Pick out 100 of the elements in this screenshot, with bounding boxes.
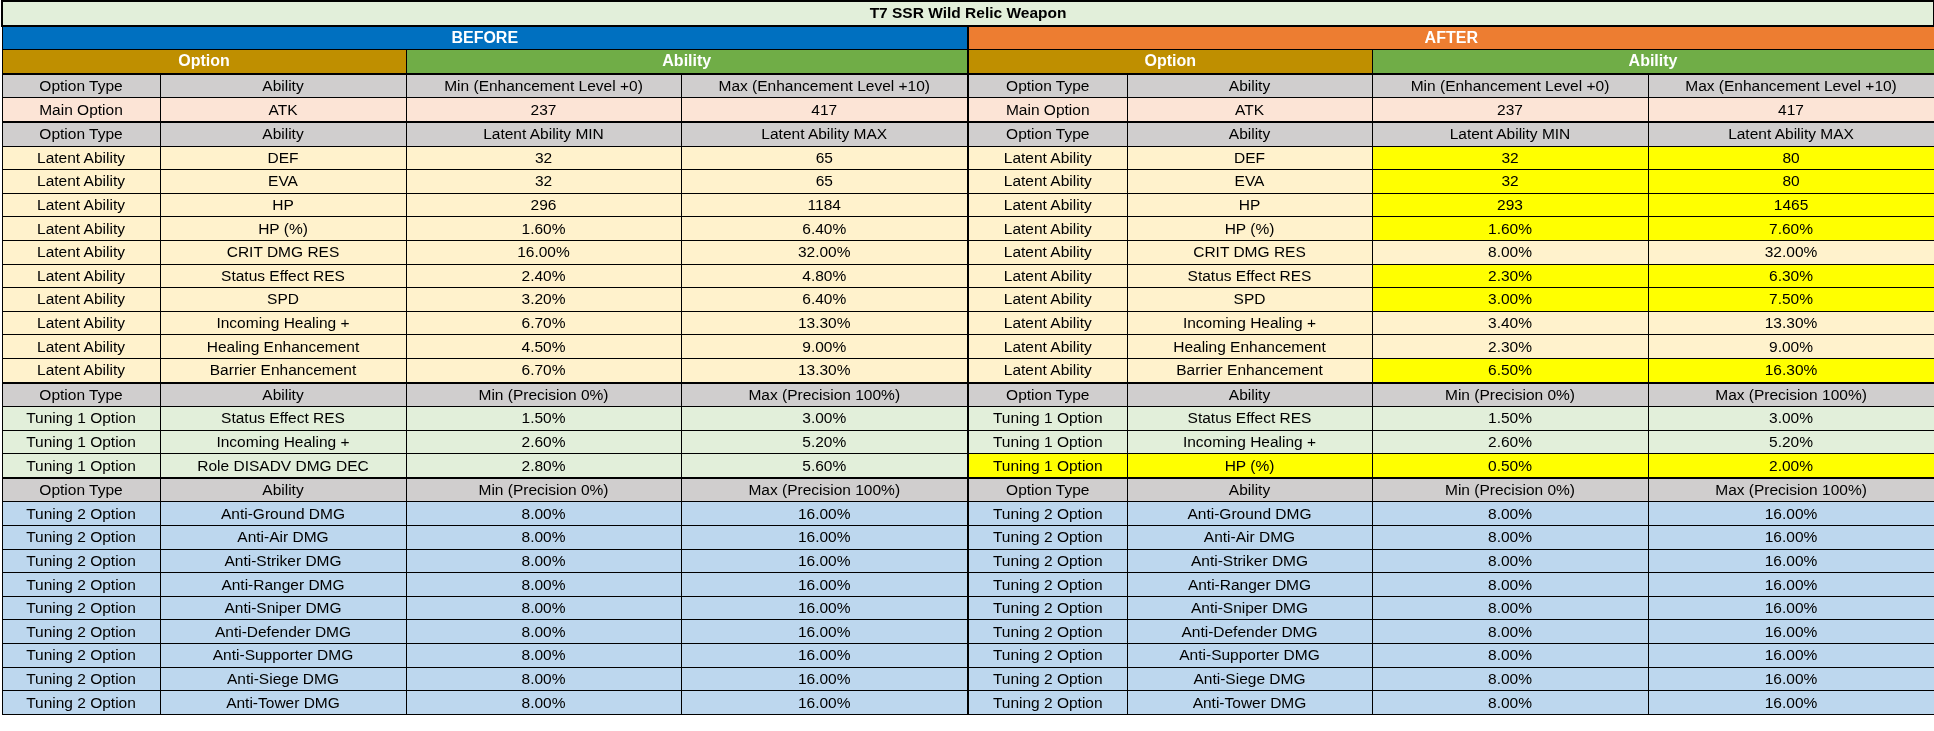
table-cell: Latent Ability	[2, 216, 160, 241]
table-cell: 8.00%	[406, 572, 681, 597]
table-cell: DEF	[160, 146, 406, 170]
table-cell: CRIT DMG RES	[160, 240, 406, 265]
table-cell: 16.00%	[681, 667, 968, 691]
table-cell: 8.00%	[406, 525, 681, 550]
table-cell: 1.60%	[1372, 216, 1648, 241]
table-cell: Latent Ability	[2, 146, 160, 170]
column-header: Max (Precision 100%)	[681, 382, 968, 407]
table-cell: 16.00%	[681, 596, 968, 620]
table-cell: Anti-Striker DMG	[1127, 549, 1372, 573]
table-cell: 237	[1372, 97, 1648, 122]
table-cell: 3.20%	[406, 287, 681, 312]
column-header: Option Type	[968, 121, 1127, 147]
table-cell: Tuning 1 Option	[968, 406, 1127, 431]
table-cell: Tuning 2 Option	[2, 549, 160, 573]
table-cell: Anti-Siege DMG	[160, 667, 406, 691]
table-cell: 65	[681, 146, 968, 170]
table-cell: Anti-Sniper DMG	[1127, 596, 1372, 620]
column-header: Min (Enhancement Level +0)	[406, 73, 681, 98]
table-cell: 16.00%	[681, 572, 968, 597]
table-cell: Anti-Ranger DMG	[160, 572, 406, 597]
column-header: Ability	[1127, 73, 1372, 98]
table-cell: Latent Ability	[2, 264, 160, 288]
table-cell: Latent Ability	[968, 358, 1127, 383]
table-cell: 1.50%	[406, 406, 681, 431]
table-cell: 16.00%	[681, 690, 968, 715]
table-cell: Tuning 2 Option	[968, 690, 1127, 715]
column-header: Ability	[160, 121, 406, 147]
table-cell: 8.00%	[406, 501, 681, 526]
table-cell: Anti-Sniper DMG	[160, 596, 406, 620]
column-header: Ability	[1127, 382, 1372, 407]
table-cell: Latent Ability	[968, 334, 1127, 359]
table-cell: Tuning 2 Option	[2, 643, 160, 668]
column-header: Ability	[1127, 477, 1372, 502]
table-cell: 2.00%	[1648, 453, 1934, 478]
table-cell: Tuning 2 Option	[2, 667, 160, 691]
column-header: Latent Ability MIN	[1372, 121, 1648, 147]
table-cell: CRIT DMG RES	[1127, 240, 1372, 265]
table-cell: Tuning 2 Option	[968, 525, 1127, 550]
table-cell: 237	[406, 97, 681, 122]
column-header: Ability	[160, 382, 406, 407]
table-cell: Tuning 2 Option	[2, 690, 160, 715]
table-cell: 65	[681, 169, 968, 194]
column-header: Option Type	[2, 73, 160, 98]
table-cell: Tuning 2 Option	[968, 572, 1127, 597]
table-cell: Tuning 2 Option	[968, 643, 1127, 668]
table-cell: 4.50%	[406, 334, 681, 359]
table-cell: 80	[1648, 146, 1934, 170]
column-header: Min (Enhancement Level +0)	[1372, 73, 1648, 98]
group-header: Option	[2, 49, 406, 74]
table-cell: SPD	[160, 287, 406, 312]
table-cell: 32.00%	[1648, 240, 1934, 265]
table-cell: Role DISADV DMG DEC	[160, 453, 406, 478]
table-cell: 8.00%	[1372, 240, 1648, 265]
table-cell: 1465	[1648, 193, 1934, 217]
column-header: Max (Enhancement Level +10)	[681, 73, 968, 98]
table-cell: Anti-Defender DMG	[1127, 619, 1372, 644]
table-cell: 8.00%	[406, 619, 681, 644]
table-cell: Latent Ability	[2, 287, 160, 312]
table-cell: Latent Ability	[968, 193, 1127, 217]
column-header: Option Type	[968, 477, 1127, 502]
table-cell: 2.60%	[406, 430, 681, 454]
table-cell: 9.00%	[681, 334, 968, 359]
table-cell: 16.00%	[1648, 572, 1934, 597]
table-cell: 3.00%	[681, 406, 968, 431]
column-header: Min (Precision 0%)	[406, 382, 681, 407]
table-title: T7 SSR Wild Relic Weapon	[2, 1, 1934, 26]
table-cell: Anti-Air DMG	[160, 525, 406, 550]
table-cell: Anti-Tower DMG	[1127, 690, 1372, 715]
table-cell: EVA	[1127, 169, 1372, 194]
table-cell: 32	[406, 169, 681, 194]
table-cell: Latent Ability	[968, 240, 1127, 265]
table-cell: Tuning 2 Option	[2, 596, 160, 620]
table-cell: ATK	[160, 97, 406, 122]
table-cell: Tuning 1 Option	[2, 406, 160, 431]
table-cell: Tuning 2 Option	[2, 572, 160, 597]
table-cell: Latent Ability	[968, 311, 1127, 335]
table-cell: 8.00%	[406, 549, 681, 573]
table-cell: 16.30%	[1648, 358, 1934, 383]
table-cell: 8.00%	[406, 667, 681, 691]
table-cell: HP	[160, 193, 406, 217]
table-cell: Latent Ability	[968, 287, 1127, 312]
table-cell: 32	[1372, 146, 1648, 170]
table-cell: Tuning 1 Option	[968, 453, 1127, 478]
table-cell: 16.00%	[1648, 501, 1934, 526]
table-cell: 8.00%	[1372, 525, 1648, 550]
table-cell: 6.40%	[681, 216, 968, 241]
table-cell: 13.30%	[681, 358, 968, 383]
table-cell: 8.00%	[406, 596, 681, 620]
table-cell: HP (%)	[1127, 453, 1372, 478]
table-cell: Anti-Ground DMG	[1127, 501, 1372, 526]
column-header: Max (Precision 100%)	[1648, 382, 1934, 407]
table-cell: 0.50%	[1372, 453, 1648, 478]
table-cell: EVA	[160, 169, 406, 194]
table-cell: 16.00%	[1648, 549, 1934, 573]
column-header: Ability	[1127, 121, 1372, 147]
table-cell: 2.40%	[406, 264, 681, 288]
table-cell: Tuning 2 Option	[968, 549, 1127, 573]
table-cell: Latent Ability	[968, 264, 1127, 288]
